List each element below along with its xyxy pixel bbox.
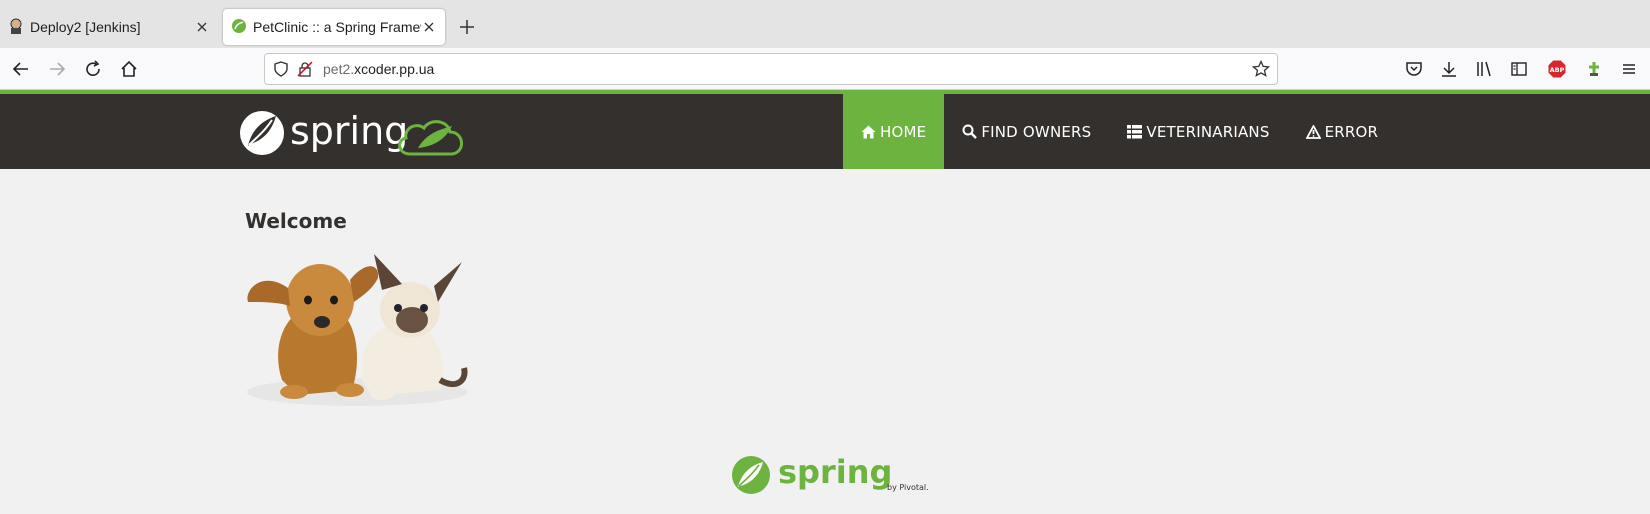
url-text: pet2.xcoder.pp.ua xyxy=(323,61,435,77)
back-arrow-icon xyxy=(12,62,28,76)
spring-petclinic-logo[interactable]: spring xyxy=(238,104,470,162)
address-bar[interactable]: pet2.xcoder.pp.ua xyxy=(264,53,1278,85)
menu-icon xyxy=(1623,64,1635,74)
tab-jenkins[interactable]: Deploy2 [Jenkins] xyxy=(0,9,218,45)
sidebar-icon xyxy=(1511,62,1527,76)
main-nav: HOME FIND OWNERS VETERINARIANS ERROR xyxy=(843,94,1396,169)
bookmark-star-icon[interactable] xyxy=(1251,59,1271,79)
tab-title: PetClinic :: a Spring Framew xyxy=(253,19,421,35)
pocket-button[interactable] xyxy=(1403,58,1425,80)
svg-text:ABP: ABP xyxy=(1550,66,1565,74)
nav-find-owners[interactable]: FIND OWNERS xyxy=(944,94,1109,169)
pets-image xyxy=(242,240,482,410)
home-button[interactable] xyxy=(118,58,140,80)
jenkins-favicon-icon xyxy=(8,18,24,37)
pocket-icon xyxy=(1406,62,1422,76)
reload-button[interactable] xyxy=(82,58,104,80)
svg-text:spring: spring xyxy=(290,109,408,153)
nav-veterinarians-label: VETERINARIANS xyxy=(1146,122,1270,141)
nav-veterinarians[interactable]: VETERINARIANS xyxy=(1109,94,1287,169)
close-tab-icon[interactable] xyxy=(194,19,210,35)
svg-text:by Pivotal.: by Pivotal. xyxy=(887,483,929,492)
svg-text:spring: spring xyxy=(778,453,892,491)
forward-arrow-icon xyxy=(50,62,66,76)
forward-button[interactable] xyxy=(46,58,68,80)
nav-error-label: ERROR xyxy=(1324,122,1379,141)
browser-nav-bar: pet2.xcoder.pp.ua ABP xyxy=(0,48,1650,90)
nav-home-label: HOME xyxy=(880,122,927,141)
warning-icon xyxy=(1305,124,1321,139)
insecure-lock-icon[interactable] xyxy=(295,59,315,79)
app-menu-button[interactable] xyxy=(1618,58,1640,80)
page-title: Welcome xyxy=(245,209,347,233)
browser-tab-bar: Deploy2 [Jenkins] PetClinic :: a Spring … xyxy=(0,0,1650,48)
list-icon xyxy=(1127,124,1143,138)
nav-home[interactable]: HOME xyxy=(843,94,945,169)
library-icon xyxy=(1477,61,1491,77)
extension-icon xyxy=(1589,62,1599,76)
reload-icon xyxy=(86,60,100,76)
sidebar-button[interactable] xyxy=(1508,58,1530,80)
nav-find-owners-label: FIND OWNERS xyxy=(981,122,1092,141)
nav-error[interactable]: ERROR xyxy=(1288,94,1397,169)
new-tab-button[interactable] xyxy=(456,16,478,38)
adblock-icon: ABP xyxy=(1548,60,1566,78)
library-button[interactable] xyxy=(1473,58,1495,80)
extension-button[interactable] xyxy=(1583,58,1605,80)
home-icon xyxy=(861,125,876,138)
spring-by-pivotal-logo: spring by Pivotal. xyxy=(730,452,930,498)
home-icon xyxy=(121,60,137,77)
back-button[interactable] xyxy=(10,58,32,80)
tab-title: Deploy2 [Jenkins] xyxy=(30,19,141,35)
shield-icon[interactable] xyxy=(271,59,291,79)
site-header: spring HOME FIND OWNERS VETERINARIANS ER… xyxy=(0,90,1650,169)
close-tab-icon[interactable] xyxy=(421,19,437,35)
tab-petclinic[interactable]: PetClinic :: a Spring Framew xyxy=(223,9,445,45)
search-icon xyxy=(962,124,978,139)
download-icon xyxy=(1442,62,1456,77)
downloads-button[interactable] xyxy=(1438,58,1460,80)
spring-favicon-icon xyxy=(231,18,247,37)
adblock-button[interactable]: ABP xyxy=(1546,58,1568,80)
